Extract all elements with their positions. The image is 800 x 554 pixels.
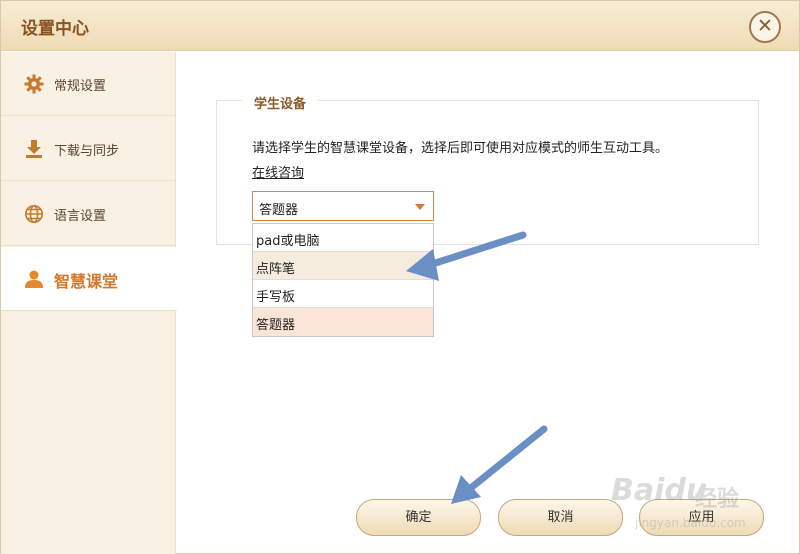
option-pad-or-pc[interactable]: pad或电脑 <box>253 224 433 252</box>
device-select[interactable]: 答题器 <box>252 191 434 221</box>
window-title: 设置中心 <box>21 19 89 39</box>
sidebar-item-language[interactable]: 语言设置 <box>1 182 176 246</box>
sidebar-item-label: 智慧课堂 <box>54 272 119 291</box>
sidebar-item-smart-classroom[interactable]: 智慧课堂 <box>1 247 177 311</box>
select-value: 答题器 <box>259 203 299 218</box>
ok-button[interactable]: 确定 <box>356 499 481 536</box>
section-description: 请选择学生的智慧课堂设备，选择后即可使用对应模式的师生互动工具。 <box>252 141 669 156</box>
cancel-button[interactable]: 取消 <box>498 499 623 536</box>
sidebar: 常规设置 下载与同步 语言设置 智慧课堂 <box>1 52 177 554</box>
option-dot-pen[interactable]: 点阵笔 <box>253 252 433 280</box>
gear-icon <box>24 74 44 94</box>
watermark-brand: Baidu <box>611 473 708 508</box>
arrow-to-ok-button <box>451 425 548 504</box>
baidu-watermark: Baidu 经验 jingyan.baidu.com <box>611 471 761 541</box>
sidebar-item-label: 下载与同步 <box>54 144 120 159</box>
option-answer-device[interactable]: 答题器 <box>253 308 433 336</box>
chevron-down-icon <box>415 204 425 210</box>
watermark-url: jingyan.baidu.com <box>635 516 746 530</box>
device-dropdown-list: pad或电脑 点阵笔 手写板 答题器 <box>252 223 434 337</box>
globe-icon <box>24 204 44 224</box>
download-icon <box>24 139 44 159</box>
close-icon: ✕ <box>757 15 773 37</box>
title-bar: 设置中心 ✕ <box>1 1 799 51</box>
close-button[interactable]: ✕ <box>749 11 781 43</box>
user-icon <box>24 269 44 289</box>
sidebar-item-label: 语言设置 <box>54 209 107 224</box>
settings-window: 设置中心 ✕ 常规设置 下载与同步 语言设置 智慧课堂 学生设备 请选择学生的智… <box>0 0 800 554</box>
online-consult-link[interactable]: 在线咨询 <box>252 162 304 181</box>
watermark-brand-cn: 经验 <box>695 487 740 512</box>
sidebar-item-general[interactable]: 常规设置 <box>1 52 176 116</box>
group-title: 学生设备 <box>242 93 319 112</box>
sidebar-item-download[interactable]: 下载与同步 <box>1 117 176 181</box>
option-tablet[interactable]: 手写板 <box>253 280 433 308</box>
sidebar-item-label: 常规设置 <box>54 79 107 94</box>
